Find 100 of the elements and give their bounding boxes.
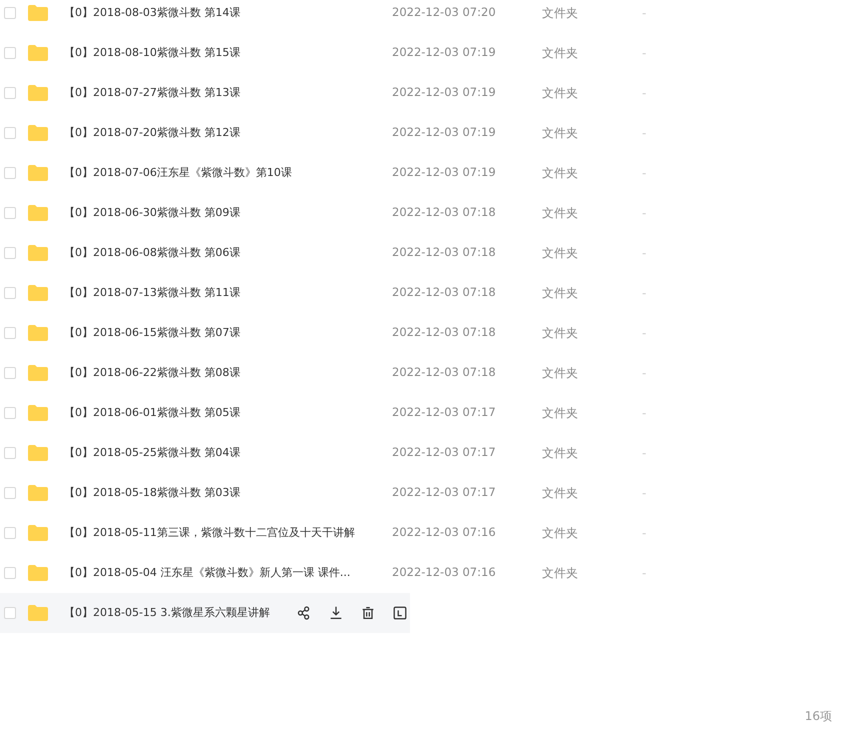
file-row[interactable]: 【0】2018-06-01紫微斗数 第05课 2022-12-03 07:17 文件夹 - bbox=[0, 393, 660, 433]
checkbox[interactable] bbox=[4, 247, 16, 259]
file-size: - bbox=[642, 485, 646, 502]
file-type: 文件夹 bbox=[542, 525, 579, 542]
checkbox[interactable] bbox=[4, 207, 16, 219]
file-name[interactable]: 【0】2018-05-11第三课，紫微斗数十二宫位及十天干讲解 bbox=[64, 524, 392, 542]
file-type: 文件夹 bbox=[542, 325, 579, 342]
file-row[interactable]: 【0】2018-07-20紫微斗数 第12课 2022-12-03 07:19 文件夹 - bbox=[0, 113, 660, 153]
checkbox[interactable] bbox=[4, 287, 16, 299]
folder-icon bbox=[28, 85, 48, 101]
file-name[interactable]: 【0】2018-08-03紫微斗数 第14课 bbox=[64, 4, 392, 22]
file-size: - bbox=[642, 125, 646, 142]
checkbox[interactable] bbox=[4, 407, 16, 419]
modified-date: 2022-12-03 07:16 bbox=[392, 564, 497, 582]
modified-date: 2022-12-03 07:19 bbox=[392, 124, 497, 142]
file-size: - bbox=[642, 85, 646, 102]
modified-date: 2022-12-03 07:19 bbox=[392, 84, 497, 102]
file-row[interactable]: 【0】2018-08-10紫微斗数 第15课 2022-12-03 07:19 文件夹 - bbox=[0, 33, 660, 73]
file-size: - bbox=[642, 325, 646, 342]
folder-icon bbox=[28, 125, 48, 141]
file-row[interactable]: 【0】2018-07-13紫微斗数 第11课 2022-12-03 07:18 文件夹 - bbox=[0, 273, 660, 313]
file-type: 文件夹 bbox=[542, 5, 579, 22]
file-name[interactable]: 【0】2018-08-10紫微斗数 第15课 bbox=[64, 44, 392, 62]
share-icon bbox=[296, 605, 312, 621]
checkbox[interactable] bbox=[4, 567, 16, 579]
file-size: - bbox=[642, 205, 646, 222]
file-size: - bbox=[642, 565, 646, 582]
file-name[interactable]: 【0】2018-07-06汪东星《紫微斗数》第10课 bbox=[64, 164, 392, 182]
checkbox[interactable] bbox=[4, 87, 16, 99]
modified-date: 2022-12-03 07:18 bbox=[392, 244, 497, 262]
file-type: 文件夹 bbox=[542, 165, 579, 182]
file-name[interactable]: 【0】2018-05-04 汪东星《紫微斗数》新人第一课 课件... bbox=[64, 564, 392, 582]
trash-icon bbox=[360, 605, 376, 621]
file-row[interactable]: 【0】2018-06-22紫微斗数 第08课 2022-12-03 07:18 文件夹 - bbox=[0, 353, 660, 393]
checkbox[interactable] bbox=[4, 527, 16, 539]
file-name[interactable]: 【0】2018-05-25紫微斗数 第04课 bbox=[64, 444, 392, 462]
file-type: 文件夹 bbox=[542, 285, 579, 302]
modified-date: 2022-12-03 07:19 bbox=[392, 44, 497, 62]
file-name[interactable]: 【0】2018-07-27紫微斗数 第13课 bbox=[64, 84, 392, 102]
checkbox[interactable] bbox=[4, 367, 16, 379]
file-size: - bbox=[642, 445, 646, 462]
file-row[interactable]: 【0】2018-07-06汪东星《紫微斗数》第10课 2022-12-03 07:19 文件夹 - bbox=[0, 153, 660, 193]
file-size: - bbox=[642, 165, 646, 182]
file-type: 文件夹 bbox=[542, 405, 579, 422]
file-size: - bbox=[642, 285, 646, 302]
checkbox[interactable] bbox=[4, 7, 16, 19]
modified-date: 2022-12-03 07:17 bbox=[392, 444, 497, 462]
file-name[interactable]: 【0】2018-07-20紫微斗数 第12课 bbox=[64, 124, 392, 142]
file-type: 文件夹 bbox=[542, 445, 579, 462]
folder-icon bbox=[28, 525, 48, 541]
modified-date: 2022-12-03 07:16 bbox=[392, 524, 497, 542]
checkbox[interactable] bbox=[4, 607, 16, 619]
folder-icon bbox=[28, 5, 48, 21]
file-type: 文件夹 bbox=[542, 485, 579, 502]
folder-icon bbox=[28, 445, 48, 461]
folder-icon bbox=[28, 45, 48, 61]
folder-icon bbox=[28, 285, 48, 301]
file-type: 文件夹 bbox=[542, 365, 579, 382]
download-icon bbox=[328, 605, 344, 621]
item-count: 16项 bbox=[804, 708, 832, 725]
file-type: 文件夹 bbox=[542, 205, 579, 222]
checkbox[interactable] bbox=[4, 327, 16, 339]
file-row[interactable]: 【0】2018-05-11第三课，紫微斗数十二宫位及十天干讲解 2022-12-03 07:16 文件夹 - bbox=[0, 513, 660, 553]
file-size: - bbox=[642, 5, 646, 22]
modified-date: 2022-12-03 07:19 bbox=[392, 164, 497, 182]
checkbox[interactable] bbox=[4, 487, 16, 499]
file-name[interactable]: 【0】2018-06-22紫微斗数 第08课 bbox=[64, 364, 392, 382]
modified-date: 2022-12-03 07:18 bbox=[392, 204, 497, 222]
checkbox[interactable] bbox=[4, 447, 16, 459]
file-row[interactable]: 【0】2018-05-04 汪东星《紫微斗数》新人第一课 课件... 2022-12-03 07:16 文件夹 - bbox=[0, 553, 660, 593]
folder-icon bbox=[28, 485, 48, 501]
file-row[interactable]: 【0】2018-06-30紫微斗数 第09课 2022-12-03 07:18 文件夹 - bbox=[0, 193, 660, 233]
file-name[interactable]: 【0】2018-06-15紫微斗数 第07课 bbox=[64, 324, 392, 342]
file-name[interactable]: 【0】2018-06-01紫微斗数 第05课 bbox=[64, 404, 392, 422]
file-type: 文件夹 bbox=[542, 565, 579, 582]
checkbox[interactable] bbox=[4, 127, 16, 139]
file-row[interactable]: 【0】2018-05-18紫微斗数 第03课 2022-12-03 07:17 文件夹 - bbox=[0, 473, 660, 513]
file-row[interactable]: 【0】2018-06-15紫微斗数 第07课 2022-12-03 07:18 文件夹 - bbox=[0, 313, 660, 353]
file-name[interactable]: 【0】2018-06-30紫微斗数 第09课 bbox=[64, 204, 392, 222]
folder-icon bbox=[28, 245, 48, 261]
file-name[interactable]: 【0】2018-05-15 3.紫微星系六颗星讲解 bbox=[64, 604, 294, 622]
checkbox[interactable] bbox=[4, 47, 16, 59]
file-name[interactable]: 【0】2018-06-08紫微斗数 第06课 bbox=[64, 244, 392, 262]
file-name[interactable]: 【0】2018-05-18紫微斗数 第03课 bbox=[64, 484, 392, 502]
file-size: - bbox=[642, 45, 646, 62]
checkbox[interactable] bbox=[4, 167, 16, 179]
file-name[interactable]: 【0】2018-07-13紫微斗数 第11课 bbox=[64, 284, 392, 302]
file-row[interactable]: 【0】2018-08-03紫微斗数 第14课 2022-12-03 07:20 文件夹 - bbox=[0, 0, 660, 33]
file-row[interactable]: 【0】2018-05-15 3.紫微星系六颗星讲解 bbox=[0, 593, 410, 633]
file-row[interactable]: 【0】2018-05-25紫微斗数 第04课 2022-12-03 07:17 文件夹 - bbox=[0, 433, 660, 473]
modified-date: 2022-12-03 07:17 bbox=[392, 484, 497, 502]
folder-icon bbox=[28, 325, 48, 341]
folder-icon bbox=[28, 405, 48, 421]
modified-date: 2022-12-03 07:18 bbox=[392, 284, 497, 302]
file-row[interactable]: 【0】2018-06-08紫微斗数 第06课 2022-12-03 07:18 文件夹 - bbox=[0, 233, 660, 273]
file-size: - bbox=[642, 525, 646, 542]
modified-date: 2022-12-03 07:18 bbox=[392, 324, 497, 342]
folder-icon bbox=[28, 565, 48, 581]
modified-date: 2022-12-03 07:20 bbox=[392, 4, 497, 22]
file-row[interactable]: 【0】2018-07-27紫微斗数 第13课 2022-12-03 07:19 文件夹 - bbox=[0, 73, 660, 113]
